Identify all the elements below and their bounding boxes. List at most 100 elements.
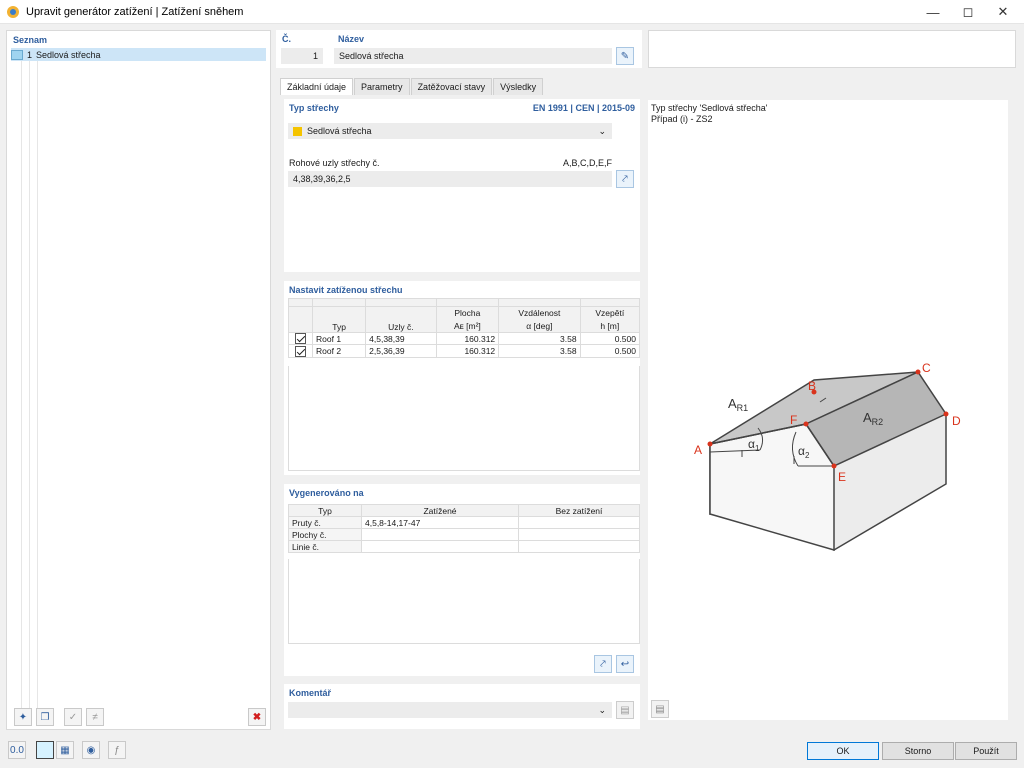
- copy-item-icon[interactable]: ❐: [36, 708, 54, 726]
- print-preview-icon[interactable]: ▤: [651, 700, 669, 718]
- label-f: F: [790, 413, 797, 427]
- minimize-button[interactable]: —: [916, 0, 950, 24]
- cell-rise: 0.500: [579, 344, 641, 358]
- loaded-roof-title: Nastavit zatíženou střechu: [289, 285, 403, 295]
- cell-distance: 3.58: [498, 344, 581, 358]
- tab-parameters[interactable]: Parametry: [354, 78, 410, 95]
- label-a: A: [694, 443, 702, 457]
- label-e: E: [838, 470, 846, 484]
- structure-icon[interactable]: ▦: [56, 741, 74, 759]
- node-d: [943, 411, 949, 417]
- label-d: D: [952, 414, 961, 428]
- tab-body: Typ střechy EN 1991 | CEN | 2015-09 Sedl…: [280, 95, 644, 731]
- tab-bar: Základní údaje Parametry Zatěžovací stav…: [280, 78, 544, 95]
- front-wall: [709, 423, 835, 551]
- uncheck-all-icon[interactable]: ≠: [86, 708, 104, 726]
- node-a: [707, 441, 713, 447]
- tree-guide: [37, 61, 38, 721]
- tab-results[interactable]: Výsledky: [493, 78, 544, 95]
- reset-icon[interactable]: ↩: [616, 655, 634, 673]
- col-distance: Vzdálenost: [498, 306, 581, 320]
- col-rise: Vzepětí: [579, 306, 641, 320]
- cell-area: 160.312: [435, 331, 500, 346]
- list-item-no: 1: [27, 49, 33, 60]
- table-row[interactable]: Roof 2 2,5,36,39 160.312 3.58 0.500: [288, 344, 641, 358]
- cell-type: Plochy č.: [288, 528, 362, 541]
- maximize-button[interactable]: ◻: [951, 0, 985, 24]
- cell-loaded: [361, 540, 519, 553]
- col-area-unit: Aᴇ [m²]: [435, 319, 500, 333]
- col-distance-unit: α [deg]: [498, 319, 581, 333]
- new-item-icon[interactable]: ✦: [14, 708, 32, 726]
- check-all-icon[interactable]: ✓: [64, 708, 82, 726]
- cell-unloaded: [518, 528, 640, 541]
- cell-typ: Roof 1: [311, 331, 367, 346]
- item-color-swatch: [11, 49, 23, 60]
- close-button[interactable]: ✕: [986, 0, 1020, 24]
- view-icon[interactable]: ◉: [82, 741, 100, 759]
- row-checkbox[interactable]: [295, 345, 306, 357]
- comment-library-icon[interactable]: ▤: [616, 701, 634, 719]
- generated-section: Vygenerováno na Typ Zatížené Bez zatížen…: [284, 484, 640, 676]
- tab-basic[interactable]: Základní údaje: [280, 78, 354, 95]
- corner-nodes-label: Rohové uzly střechy č.: [289, 158, 380, 168]
- roof-type-swatch: [293, 126, 302, 136]
- delete-icon[interactable]: ✖: [248, 708, 266, 726]
- corner-nodes-hint: A,B,C,D,E,F: [562, 158, 612, 168]
- col-typ: Typ: [311, 306, 367, 333]
- cell-loaded: 4,5,8-14,17-47: [361, 516, 519, 529]
- list-item[interactable]: 1 Sedlová střecha: [11, 48, 266, 61]
- no-label: Č.: [282, 34, 291, 44]
- label-ar1: AR1: [728, 396, 748, 413]
- list-panel: Seznam 1 Sedlová střecha: [6, 30, 271, 730]
- table-row[interactable]: Pruty č. 4,5,8-14,17-47: [288, 516, 640, 529]
- table-row[interactable]: Plochy č.: [288, 528, 640, 541]
- window-title: Upravit generátor zatížení | Zatížení sn…: [26, 6, 244, 18]
- info-box: [648, 30, 1016, 68]
- node-e: [831, 463, 837, 469]
- tree-guide: [21, 61, 22, 721]
- cell-area: 160.312: [435, 344, 500, 358]
- tab-load-cases[interactable]: Zatěžovací stavy: [410, 78, 493, 95]
- cell-unloaded: [518, 516, 640, 529]
- ok-button[interactable]: OK: [807, 742, 879, 760]
- list-header: Seznam: [13, 35, 48, 45]
- table-empty-area: [288, 366, 640, 471]
- roof-type-section: Typ střechy EN 1991 | CEN | 2015-09 Sedl…: [284, 99, 640, 272]
- pick-nodes-icon[interactable]: ⤤: [616, 170, 634, 188]
- no-field[interactable]: 1: [281, 48, 323, 64]
- cell-type: Linie č.: [288, 540, 362, 553]
- select-objects-icon[interactable]: ⤤: [594, 655, 612, 673]
- name-field[interactable]: Sedlová střecha: [334, 48, 612, 64]
- roof-type-title: Typ střechy: [289, 103, 339, 113]
- table-row[interactable]: Linie č.: [288, 540, 640, 553]
- formula-icon[interactable]: ƒ: [108, 741, 126, 759]
- cell-type: Pruty č.: [288, 516, 362, 529]
- row-checkbox[interactable]: [295, 333, 306, 345]
- comment-input[interactable]: ⌄: [288, 702, 612, 718]
- cell-loaded: [361, 528, 519, 541]
- corner-nodes-input[interactable]: 4,38,39,36,2,5: [288, 171, 612, 187]
- standard-label: EN 1991 | CEN | 2015-09: [532, 103, 635, 113]
- cancel-button[interactable]: Storno: [882, 742, 954, 760]
- cell-typ: Roof 2: [311, 344, 367, 358]
- chevron-down-icon: ⌄: [598, 125, 606, 136]
- cell-unloaded: [518, 540, 640, 553]
- col-unloaded: Bez zatížení: [518, 504, 640, 517]
- table-empty-area: [288, 559, 640, 644]
- cell-nodes: 4,5,38,39: [365, 331, 437, 346]
- chevron-down-icon: ⌄: [598, 704, 606, 715]
- apply-button[interactable]: Použít: [955, 742, 1017, 760]
- color-icon[interactable]: [36, 741, 54, 759]
- tree-guide: [29, 61, 30, 721]
- table-row[interactable]: Roof 1 4,5,38,39 160.312 3.58 0.500: [288, 331, 641, 346]
- comment-section: Komentář ⌄ ▤: [284, 684, 640, 729]
- col-loaded: Zatížené: [361, 504, 519, 517]
- title-bar: Upravit generátor zatížení | Zatížení sn…: [0, 0, 1024, 24]
- comment-title: Komentář: [289, 688, 332, 698]
- edit-name-icon[interactable]: ✎: [616, 47, 634, 65]
- roof-type-value: Sedlová střecha: [307, 126, 372, 136]
- roof-type-select[interactable]: Sedlová střecha ⌄: [288, 123, 612, 139]
- units-icon[interactable]: 0.0: [8, 741, 26, 759]
- col-type: Typ: [288, 504, 362, 517]
